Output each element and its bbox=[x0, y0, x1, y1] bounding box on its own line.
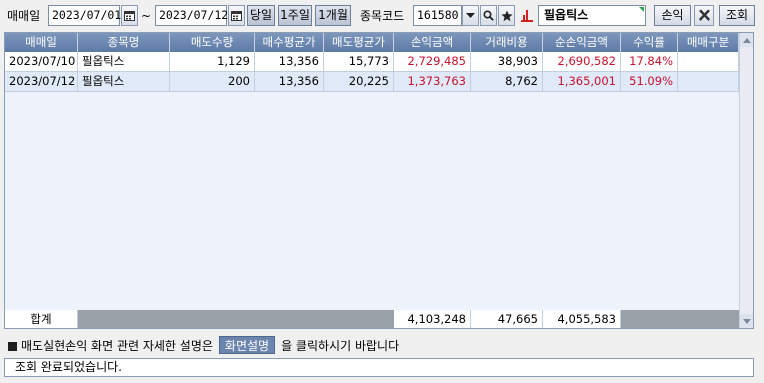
table-row[interactable]: 2023/07/10 필옵틱스 1,129 13,356 15,773 2,72… bbox=[5, 52, 739, 72]
profit-button[interactable]: 손익 bbox=[654, 5, 691, 26]
stock-code-label: 종목코드 bbox=[360, 9, 405, 23]
favorite-button[interactable] bbox=[498, 5, 515, 26]
col-header-trade-type: 매매구분 bbox=[678, 33, 739, 52]
query-button[interactable]: 조회 bbox=[719, 5, 755, 26]
cell-net-profit: 1,365,001 bbox=[543, 72, 621, 92]
cell-date: 2023/07/12 bbox=[5, 72, 78, 92]
col-header-sell-qty: 매도수량 bbox=[170, 33, 255, 52]
cell-name: 필옵틱스 bbox=[78, 52, 170, 72]
col-header-buy-avg: 매수평균가 bbox=[255, 33, 324, 52]
search-icon bbox=[483, 10, 494, 21]
stock-name-display: 필옵틱스 bbox=[538, 5, 646, 26]
total-row: 합계 4,103,248 47,665 4,055,583 bbox=[5, 310, 739, 328]
stock-search-button[interactable] bbox=[480, 5, 497, 26]
help-info-prefix: 매도실현손익 화면 관련 자세한 설명은 bbox=[21, 339, 213, 353]
help-info-line: 매도실현손익 화면 관련 자세한 설명은 화면설명 을 클릭하시기 바랍니다 bbox=[8, 336, 399, 356]
table-header: 매매일 종목명 매도수량 매수평균가 매도평균가 손익금액 거래비용 순손익금액… bbox=[5, 33, 739, 52]
chevron-down-icon bbox=[466, 12, 475, 18]
tools-icon bbox=[698, 9, 710, 21]
cell-date: 2023/07/10 bbox=[5, 52, 78, 72]
cell-name: 필옵틱스 bbox=[78, 72, 170, 92]
status-bar: 조회 완료되었습니다. bbox=[4, 358, 754, 377]
date-range-tilde: ~ bbox=[141, 9, 152, 23]
scroll-up-button[interactable] bbox=[740, 33, 753, 47]
settings-button[interactable] bbox=[694, 5, 714, 26]
cell-net-profit: 2,690,582 bbox=[543, 52, 621, 72]
col-header-date: 매매일 bbox=[5, 33, 78, 52]
start-calendar-button[interactable] bbox=[121, 5, 138, 26]
cell-trade-type bbox=[678, 52, 739, 72]
cell-sell-qty: 1,129 bbox=[170, 52, 255, 72]
cell-buy-avg: 13,356 bbox=[255, 72, 324, 92]
cell-sell-avg: 15,773 bbox=[324, 52, 394, 72]
scroll-down-button[interactable] bbox=[740, 314, 753, 328]
today-button[interactable]: 당일 bbox=[247, 5, 275, 26]
total-label: 합계 bbox=[5, 310, 78, 328]
cell-buy-avg: 13,356 bbox=[255, 52, 324, 72]
col-header-profit: 손익금액 bbox=[394, 33, 471, 52]
col-header-name: 종목명 bbox=[78, 33, 170, 52]
cell-return: 51.09% bbox=[621, 72, 678, 92]
total-cost: 47,665 bbox=[471, 310, 543, 328]
col-header-return: 수익률 bbox=[621, 33, 678, 52]
bullet-square-icon bbox=[8, 342, 17, 351]
cell-profit: 2,729,485 bbox=[394, 52, 471, 72]
table-row[interactable]: 2023/07/12 필옵틱스 200 13,356 20,225 1,373,… bbox=[5, 72, 739, 92]
total-net-profit: 4,055,583 bbox=[543, 310, 621, 328]
chart-marker-icon bbox=[517, 5, 536, 26]
arrow-down-icon bbox=[742, 318, 751, 324]
start-date-input[interactable]: 2023/07/01 bbox=[48, 5, 121, 26]
cell-sell-qty: 200 bbox=[170, 72, 255, 92]
help-info-suffix: 을 클릭하시기 바랍니다 bbox=[281, 339, 400, 353]
profit-table: 매매일 종목명 매도수량 매수평균가 매도평균가 손익금액 거래비용 순손익금액… bbox=[4, 32, 754, 329]
cell-cost: 38,903 bbox=[471, 52, 543, 72]
one-month-button[interactable]: 1개월 bbox=[315, 5, 351, 26]
end-date-input[interactable]: 2023/07/12 bbox=[155, 5, 228, 26]
col-header-cost: 거래비용 bbox=[471, 33, 543, 52]
cell-sell-avg: 20,225 bbox=[324, 72, 394, 92]
screen-help-button[interactable]: 화면설명 bbox=[218, 336, 276, 354]
end-calendar-button[interactable] bbox=[228, 5, 245, 26]
calendar-icon bbox=[231, 11, 242, 21]
cell-trade-type bbox=[678, 72, 739, 92]
total-profit: 4,103,248 bbox=[394, 310, 471, 328]
stock-code-input[interactable]: 161580 bbox=[413, 5, 462, 26]
trade-date-label: 매매일 bbox=[7, 9, 41, 23]
stock-dropdown-button[interactable] bbox=[462, 5, 479, 26]
vertical-scrollbar[interactable] bbox=[739, 33, 753, 328]
cell-return: 17.84% bbox=[621, 52, 678, 72]
star-icon bbox=[500, 10, 513, 21]
col-header-sell-avg: 매도평균가 bbox=[324, 33, 394, 52]
col-header-net-profit: 순손익금액 bbox=[543, 33, 621, 52]
cell-profit: 1,373,763 bbox=[394, 72, 471, 92]
arrow-up-icon bbox=[742, 37, 751, 43]
one-week-button[interactable]: 1주일 bbox=[278, 5, 312, 26]
calendar-icon bbox=[124, 11, 135, 21]
cell-cost: 8,762 bbox=[471, 72, 543, 92]
